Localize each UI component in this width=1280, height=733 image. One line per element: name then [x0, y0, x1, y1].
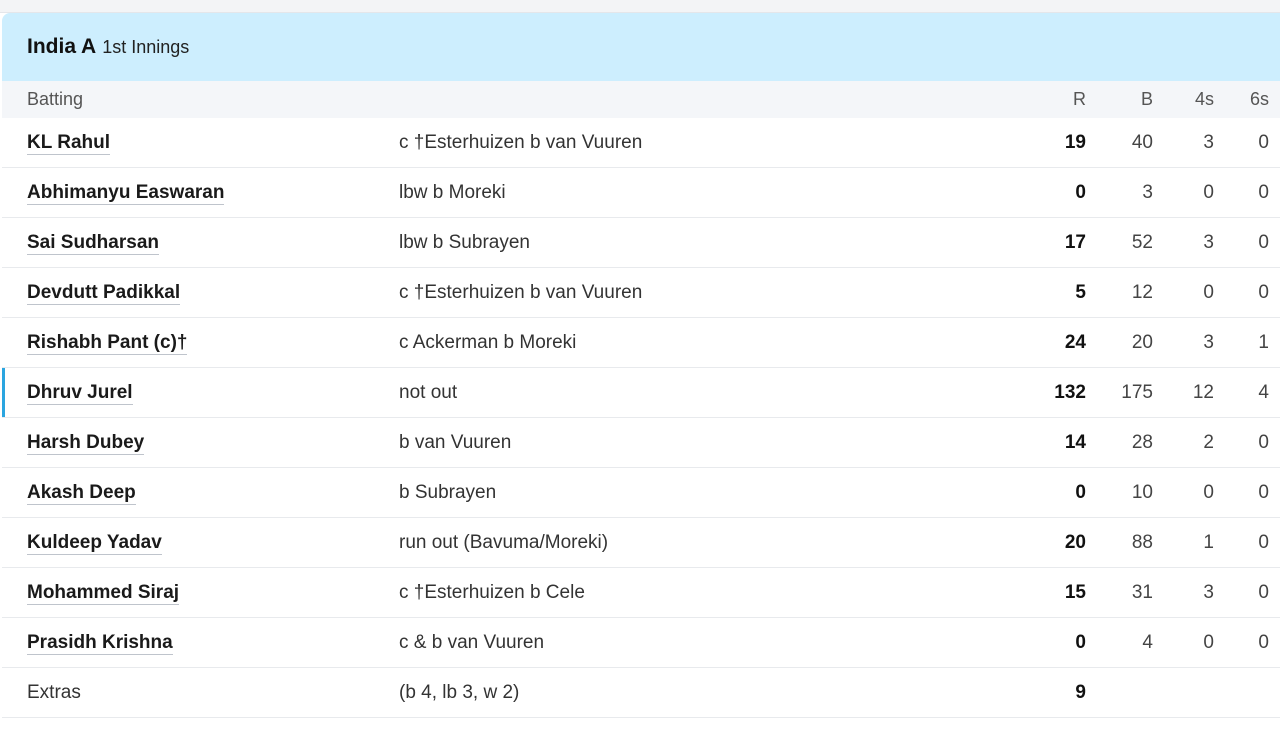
innings-label: 1st Innings	[102, 36, 190, 57]
dismissal: lbw b Moreki	[399, 181, 506, 203]
batter-row: Kuldeep Yadav run out (Bavuma/Moreki) 20…	[2, 518, 1280, 568]
batter-row: Mohammed Siraj c †Esterhuizen b Cele 15 …	[2, 568, 1280, 618]
fours: 2	[1203, 431, 1214, 453]
dismissal: run out (Bavuma/Moreki)	[399, 531, 609, 553]
extras-label: Extras	[27, 681, 81, 703]
runs: 15	[1064, 581, 1086, 603]
runs: 0	[1075, 481, 1086, 503]
dismissal: b van Vuuren	[399, 431, 512, 453]
batter-row: Abhimanyu Easwaran lbw b Moreki 0 3 0 0	[2, 168, 1280, 218]
sixes: 0	[1258, 431, 1269, 453]
runs: 0	[1075, 631, 1086, 653]
balls: 52	[1131, 231, 1153, 253]
col-runs: R	[1073, 89, 1086, 109]
fours: 12	[1192, 381, 1214, 403]
dismissal: c Ackerman b Moreki	[399, 331, 577, 353]
runs: 20	[1064, 531, 1086, 553]
innings-header[interactable]: India A 1st Innings	[2, 13, 1280, 81]
sixes: 1	[1258, 331, 1269, 353]
sixes: 0	[1258, 581, 1269, 603]
dismissal: c †Esterhuizen b van Vuuren	[399, 131, 643, 153]
col-batting: Batting	[27, 89, 84, 109]
balls: 175	[1121, 381, 1153, 403]
sixes: 0	[1258, 481, 1269, 503]
balls: 31	[1131, 581, 1153, 603]
batter-row: Akash Deep b Subrayen 0 10 0 0	[2, 468, 1280, 518]
batter-name-link[interactable]: Prasidh Krishna	[27, 631, 173, 655]
sixes: 0	[1258, 631, 1269, 653]
runs: 24	[1064, 331, 1086, 353]
batter-name-link[interactable]: Harsh Dubey	[27, 431, 145, 455]
balls: 4	[1142, 631, 1153, 653]
balls: 28	[1131, 431, 1153, 453]
dismissal: c †Esterhuizen b Cele	[399, 581, 585, 603]
col-sixes: 6s	[1249, 89, 1269, 109]
runs: 19	[1064, 131, 1086, 153]
fours: 3	[1203, 131, 1214, 153]
dismissal: b Subrayen	[399, 481, 497, 503]
fours: 3	[1203, 331, 1214, 353]
runs: 17	[1064, 231, 1086, 253]
balls: 20	[1131, 331, 1153, 353]
batter-name-link[interactable]: Rishabh Pant (c)†	[27, 331, 188, 355]
batter-row: Prasidh Krishna c & b van Vuuren 0 4 0 0	[2, 618, 1280, 668]
balls: 10	[1131, 481, 1153, 503]
fours: 0	[1203, 181, 1214, 203]
sixes: 0	[1258, 181, 1269, 203]
balls: 12	[1131, 281, 1153, 303]
runs: 132	[1054, 381, 1086, 403]
batter-name-link[interactable]: Mohammed Siraj	[27, 581, 180, 605]
batter-name-link[interactable]: Devdutt Padikkal	[27, 281, 181, 305]
fours: 0	[1203, 631, 1214, 653]
batter-row: Sai Sudharsan lbw b Subrayen 17 52 3 0	[2, 218, 1280, 268]
batter-name-link[interactable]: Dhruv Jurel	[27, 381, 133, 405]
balls: 88	[1131, 531, 1153, 553]
scorecard-card: India A 1st Innings Batting R B 4s 6s KL…	[2, 13, 1280, 733]
top-strip	[0, 0, 1280, 13]
batting-column-header: Batting R B 4s 6s	[2, 81, 1280, 118]
sixes: 0	[1258, 281, 1269, 303]
balls: 40	[1131, 131, 1153, 153]
fours: 1	[1203, 531, 1214, 553]
batter-row: Rishabh Pant (c)† c Ackerman b Moreki 24…	[2, 318, 1280, 368]
extras-detail: (b 4, lb 3, w 2)	[399, 681, 520, 703]
batter-row: KL Rahul c †Esterhuizen b van Vuuren 19 …	[2, 118, 1280, 168]
batter-name-link[interactable]: Abhimanyu Easwaran	[27, 181, 225, 205]
batter-name-link[interactable]: Sai Sudharsan	[27, 231, 159, 255]
batter-row: Harsh Dubey b van Vuuren 14 28 2 0	[2, 418, 1280, 468]
dismissal: c †Esterhuizen b van Vuuren	[399, 281, 643, 303]
fours: 3	[1203, 581, 1214, 603]
runs: 14	[1064, 431, 1086, 453]
fours: 0	[1203, 281, 1214, 303]
col-fours: 4s	[1194, 89, 1214, 109]
sixes: 0	[1258, 531, 1269, 553]
batter-name-link[interactable]: Akash Deep	[27, 481, 136, 505]
extras-row: Extras (b 4, lb 3, w 2) 9	[2, 668, 1280, 718]
col-balls: B	[1140, 89, 1153, 109]
batter-name-link[interactable]: Kuldeep Yadav	[27, 531, 162, 555]
batter-row-not-out: Dhruv Jurel not out 132 175 12 4	[2, 368, 1280, 418]
batter-name-link[interactable]: KL Rahul	[27, 131, 111, 155]
balls: 3	[1142, 181, 1153, 203]
fours: 0	[1203, 481, 1214, 503]
runs: 0	[1075, 181, 1086, 203]
fours: 3	[1203, 231, 1214, 253]
sixes: 4	[1258, 381, 1269, 403]
dismissal: c & b van Vuuren	[399, 631, 545, 653]
dismissal: lbw b Subrayen	[399, 231, 530, 253]
extras-total: 9	[1075, 681, 1086, 703]
team-name: India A	[27, 35, 97, 58]
dismissal: not out	[399, 381, 458, 403]
runs: 5	[1075, 281, 1086, 303]
sixes: 0	[1258, 231, 1269, 253]
sixes: 0	[1258, 131, 1269, 153]
batter-row: Devdutt Padikkal c †Esterhuizen b van Vu…	[2, 268, 1280, 318]
